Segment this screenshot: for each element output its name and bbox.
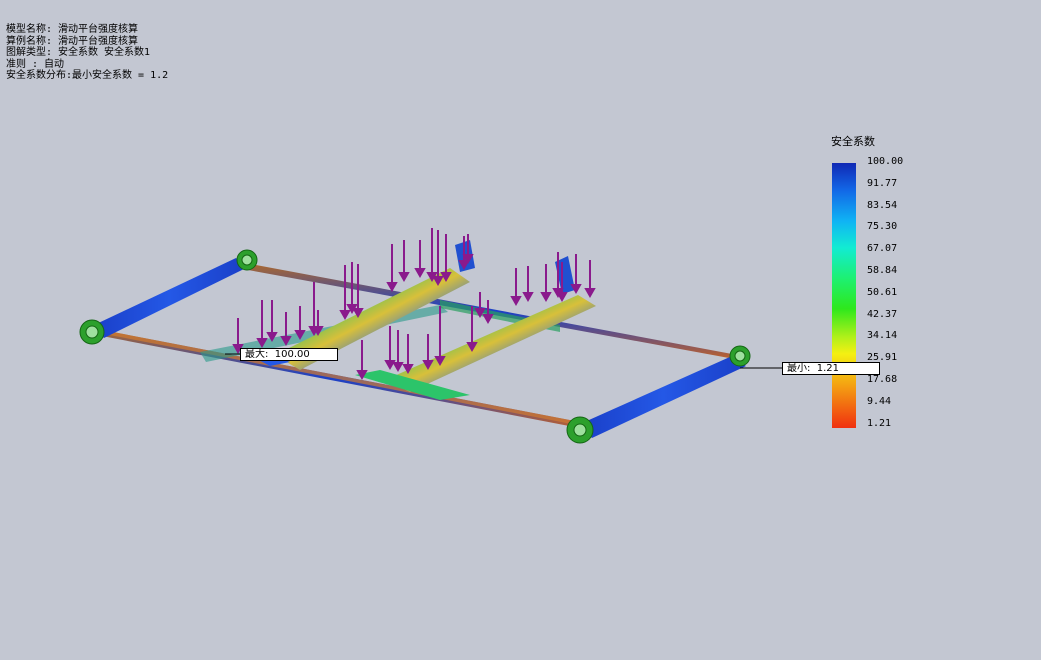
platform-rails <box>240 240 596 400</box>
load-arrow-icon <box>392 330 404 373</box>
load-arrow-icon <box>522 266 534 303</box>
fixture-icon <box>729 345 751 367</box>
load-arrow-icon <box>280 312 292 347</box>
load-arrow-icon <box>312 310 324 337</box>
load-arrow-icon <box>402 334 414 375</box>
load-arrow-icon <box>474 292 486 319</box>
fixture-icon <box>566 416 594 444</box>
load-arrow-icon <box>232 318 244 355</box>
max-marker-label: 最大: 100.00 <box>240 348 338 361</box>
load-arrow-icon <box>384 326 396 371</box>
load-arrow-icon <box>398 240 410 283</box>
load-arrow-icon <box>339 265 351 321</box>
load-arrow-icon <box>422 334 434 371</box>
load-arrow-icon <box>256 300 268 349</box>
load-arrow-icon <box>440 234 452 283</box>
load-arrow-icon <box>510 268 522 307</box>
load-arrow-icon <box>266 300 278 343</box>
load-arrow-icon <box>570 254 582 295</box>
load-arrow-icon <box>386 244 398 293</box>
fea-model-view[interactable] <box>0 0 1041 660</box>
fixture-icon <box>236 249 258 271</box>
load-arrow-icon <box>294 306 306 341</box>
load-arrow-icon <box>540 264 552 303</box>
fixture-icon <box>79 319 105 345</box>
load-arrow-icon <box>414 240 426 279</box>
load-arrow-icon <box>584 260 596 299</box>
load-arrow-icon <box>356 340 368 381</box>
load-arrow-icon <box>426 228 438 283</box>
min-marker-label: 最小: 1.21 <box>782 362 880 375</box>
